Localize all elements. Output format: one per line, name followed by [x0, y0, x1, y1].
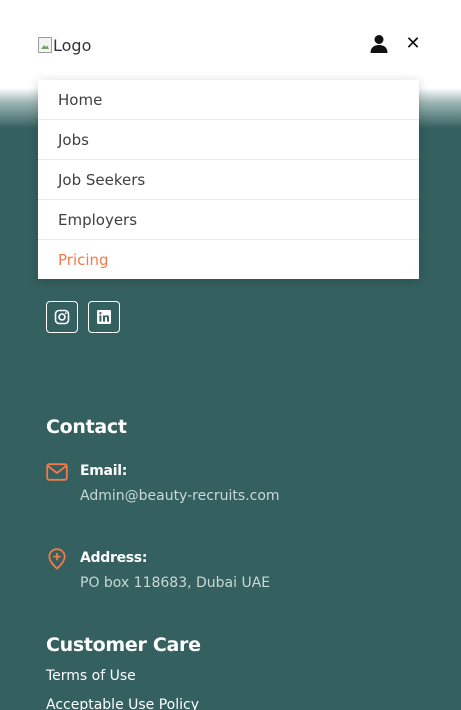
nav-item-pricing[interactable]: Pricing: [38, 240, 419, 280]
close-menu-button[interactable]: ✕: [403, 33, 423, 55]
location-pin-icon: [48, 548, 66, 570]
contact-heading: Contact: [46, 416, 127, 438]
logo-alt-text: Logo: [53, 35, 92, 55]
email-label: Email:: [80, 463, 127, 479]
user-icon: [370, 35, 388, 53]
user-account-button[interactable]: [369, 34, 389, 54]
linkedin-icon: [97, 310, 111, 324]
nav-item-employers[interactable]: Employers: [38, 200, 419, 240]
instagram-icon: [54, 309, 70, 325]
nav-item-job-seekers[interactable]: Job Seekers: [38, 160, 419, 200]
mobile-nav-menu: Home Jobs Job Seekers Employers Pricing: [38, 80, 419, 279]
linkedin-link[interactable]: [88, 301, 120, 333]
customer-care-heading: Customer Care: [46, 634, 201, 656]
site-header: Logo ✕: [0, 0, 461, 88]
email-value[interactable]: Admin@beauty-recruits.com: [80, 488, 280, 504]
nav-item-jobs[interactable]: Jobs: [38, 120, 419, 160]
terms-of-use-link[interactable]: Terms of Use: [46, 668, 136, 684]
close-icon: ✕: [405, 33, 421, 54]
instagram-link[interactable]: [46, 301, 78, 333]
broken-image-icon: [38, 37, 52, 53]
nav-item-home[interactable]: Home: [38, 80, 419, 120]
acceptable-use-policy-link[interactable]: Acceptable Use Policy: [46, 697, 199, 710]
email-icon: [46, 463, 68, 481]
address-value: PO box 118683, Dubai UAE: [80, 575, 271, 591]
logo[interactable]: Logo: [38, 34, 91, 56]
address-label: Address:: [80, 550, 148, 566]
